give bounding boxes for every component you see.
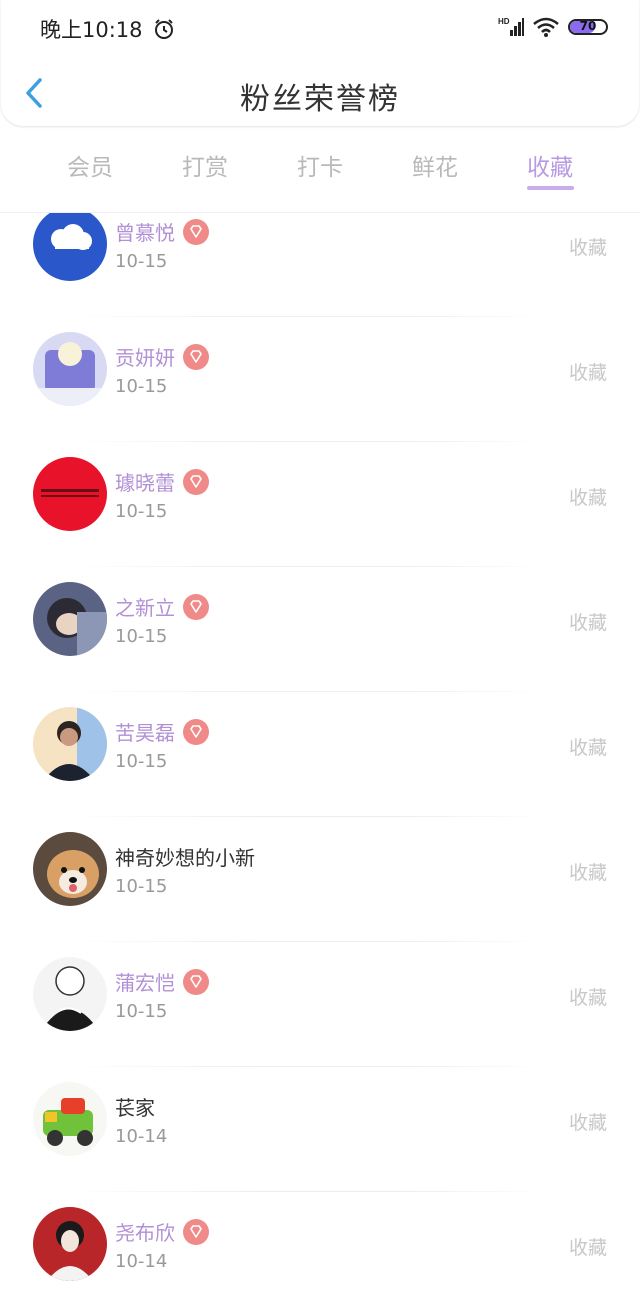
- diamond-icon: [183, 218, 209, 245]
- list-item[interactable]: 璩晓蕾 10-15 收藏: [0, 442, 640, 567]
- name-line: 之新立: [115, 592, 209, 621]
- fan-name: 尧布欣: [115, 1221, 175, 1245]
- avatar: [33, 832, 107, 906]
- diamond-icon: [183, 343, 209, 370]
- name-line: 贡妍妍: [115, 342, 209, 371]
- avatar: [33, 213, 107, 281]
- status-time: 晚上10:18: [40, 18, 143, 42]
- avatar: [33, 1082, 107, 1156]
- avatar: [33, 957, 107, 1031]
- status-time-group: 晚上10:18: [40, 14, 175, 44]
- tab-members[interactable]: 会员: [50, 148, 130, 182]
- name-line: 曾慕悦: [115, 217, 209, 246]
- diamond-icon: [183, 1218, 209, 1245]
- favorite-action[interactable]: 收藏: [569, 858, 607, 885]
- list-item[interactable]: 贡妍妍 10-15 收藏: [0, 317, 640, 442]
- name-line: 蒲宏恺: [115, 967, 209, 996]
- list-item[interactable]: 苌家 10-14 收藏: [0, 1067, 640, 1192]
- name-line: 璩晓蕾: [115, 467, 209, 496]
- fan-name: 贡妍妍: [115, 346, 175, 370]
- name-line: 苦昊磊: [115, 717, 209, 746]
- fan-date: 10-15: [115, 876, 168, 897]
- page-title: 粉丝荣誉榜: [240, 82, 400, 117]
- favorite-action[interactable]: 收藏: [569, 1108, 607, 1135]
- diamond-icon: [183, 718, 209, 745]
- dog-avatar-icon: [33, 832, 107, 906]
- favorite-action[interactable]: 收藏: [569, 1233, 607, 1260]
- fan-name: 神奇妙想的小新: [115, 846, 255, 870]
- fan-date: 10-15: [115, 1001, 168, 1022]
- name-line: 苌家: [115, 1092, 155, 1121]
- tab-checkin[interactable]: 打卡: [280, 148, 360, 182]
- fan-name: 曾慕悦: [115, 221, 175, 245]
- list-item[interactable]: 曾慕悦 10-15 收藏: [0, 213, 640, 317]
- fan-name: 苦昊磊: [115, 721, 175, 745]
- wifi-icon: [533, 17, 559, 37]
- cloud-avatar-icon: [33, 213, 107, 281]
- avatar: [33, 1207, 107, 1281]
- girl-avatar-icon: [33, 1207, 107, 1281]
- alarm-icon: [154, 19, 173, 39]
- status-icons: HD 70: [498, 16, 608, 38]
- favorite-action[interactable]: 收藏: [569, 608, 607, 635]
- singer-avatar-icon: [33, 707, 107, 781]
- fan-name: 蒲宏恺: [115, 971, 175, 995]
- anime-avatar-icon: [33, 582, 107, 656]
- fan-name: 之新立: [115, 596, 175, 620]
- fan-date: 10-15: [115, 501, 168, 522]
- cartoon-avatar-icon: [33, 332, 107, 406]
- battery-level: 70: [579, 19, 597, 33]
- sketch-avatar-icon: [33, 957, 107, 1031]
- fan-name: 苌家: [115, 1096, 155, 1120]
- red-banner-avatar-icon: [33, 457, 107, 531]
- name-line: 神奇妙想的小新: [115, 842, 255, 871]
- tab-flowers[interactable]: 鲜花: [395, 148, 475, 182]
- diamond-icon: [183, 593, 209, 620]
- status-bar: 晚上10:18 HD 70: [0, 0, 640, 56]
- toy-truck-avatar-icon: [33, 1082, 107, 1156]
- favorite-action[interactable]: 收藏: [569, 358, 607, 385]
- network-type-label: HD: [498, 17, 510, 26]
- avatar: [33, 707, 107, 781]
- fan-date: 10-14: [115, 1126, 168, 1147]
- fan-date: 10-15: [115, 376, 168, 397]
- list-item[interactable]: 蒲宏恺 10-15 收藏: [0, 942, 640, 1067]
- list-item[interactable]: 苦昊磊 10-15 收藏: [0, 692, 640, 817]
- tab-rewards[interactable]: 打赏: [165, 148, 245, 182]
- favorite-action[interactable]: 收藏: [569, 233, 607, 260]
- fan-date: 10-15: [115, 626, 168, 647]
- fan-date: 10-15: [115, 751, 168, 772]
- battery-icon: 70: [568, 19, 608, 35]
- tab-bar: 会员 打赏 打卡 鲜花 收藏: [0, 140, 640, 200]
- avatar: [33, 457, 107, 531]
- diamond-icon: [183, 968, 209, 995]
- avatar: [33, 582, 107, 656]
- fan-name: 璩晓蕾: [115, 471, 175, 495]
- fan-date: 10-14: [115, 1251, 168, 1272]
- favorite-action[interactable]: 收藏: [569, 983, 607, 1010]
- signal-icon: HD: [498, 17, 524, 36]
- name-line: 尧布欣: [115, 1217, 209, 1246]
- diamond-icon: [183, 468, 209, 495]
- favorite-action[interactable]: 收藏: [569, 483, 607, 510]
- list-item[interactable]: 之新立 10-15 收藏: [0, 567, 640, 692]
- avatar: [33, 332, 107, 406]
- active-tab-indicator: [527, 186, 574, 190]
- fan-list: 曾慕悦 10-15 收藏 贡妍妍 10-15 收藏 璩晓蕾 10-15 收藏 之…: [0, 213, 640, 1301]
- list-item[interactable]: 神奇妙想的小新 10-15 收藏: [0, 817, 640, 942]
- list-item[interactable]: 尧布欣 10-14 收藏: [0, 1192, 640, 1301]
- favorite-action[interactable]: 收藏: [569, 733, 607, 760]
- fan-date: 10-15: [115, 251, 168, 272]
- tab-favorites[interactable]: 收藏: [510, 148, 590, 182]
